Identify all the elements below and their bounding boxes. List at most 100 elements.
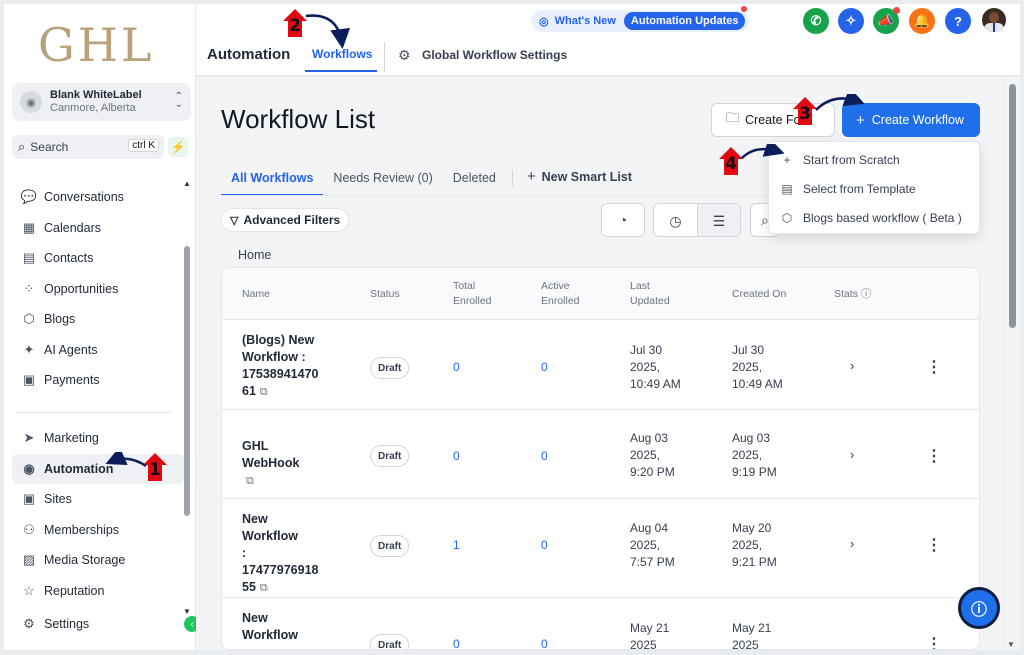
total-enrolled-value[interactable]: 0 <box>453 448 460 465</box>
tab-deleted[interactable]: Deleted <box>443 168 506 196</box>
tab-all-workflows[interactable]: All Workflows <box>221 168 324 196</box>
column-last-updated[interactable]: Last Updated <box>630 279 670 309</box>
sidebar-item-calendars[interactable]: ▦ Calendars <box>12 213 184 244</box>
filter-icon: ▽ <box>230 214 239 227</box>
table-row[interactable]: GHL WebHook ⧉ Draft 0 0 Aug 03 2025, 9:20 P… <box>222 410 979 499</box>
bell-icon[interactable]: 🔔 <box>909 8 935 34</box>
sidebar-item-reputation[interactable]: ☆ Reputation <box>12 576 184 607</box>
table-row[interactable]: (Blogs) New Workflow :17538941470 61 ⧉ Draf… <box>222 320 979 410</box>
whats-new-banner[interactable]: ◎ What's New Automation Updates <box>531 10 749 32</box>
list-icon: ☰ <box>712 212 726 229</box>
automation-updates-badge[interactable]: Automation Updates <box>623 12 746 30</box>
sidebar-item-ai-agents[interactable]: ✦ AI Agents <box>12 335 184 366</box>
chevron-right-icon[interactable]: › <box>850 447 854 462</box>
chevron-right-icon[interactable]: › <box>850 358 854 373</box>
created-on-value: May 21 2025 <box>732 621 772 650</box>
more-options-icon[interactable]: ⋮ <box>926 446 942 466</box>
search-input[interactable]: ⌕ Search ctrl K <box>12 135 164 159</box>
scroll-down-arrow-icon[interactable]: ▼ <box>1007 640 1015 649</box>
active-enrolled-value[interactable]: 0 <box>541 636 548 649</box>
user-avatar[interactable] <box>982 8 1006 32</box>
column-total-enrolled[interactable]: Total Enrolled <box>453 279 492 309</box>
tab-global-workflow-settings[interactable]: Global Workflow Settings <box>422 48 567 62</box>
tab-separator <box>384 42 385 72</box>
phone-icon[interactable]: ✆ <box>803 8 829 34</box>
cube-icon: ⬡ <box>781 210 793 225</box>
view-toggle: ◷ ☰ <box>653 203 741 237</box>
list-view-button[interactable]: ☰ <box>696 204 740 236</box>
menu-item-select-from-template[interactable]: ▤ Select from Template <box>769 174 979 203</box>
nav-divider <box>16 412 171 413</box>
star-icon: ☆ <box>23 582 35 598</box>
workflow-name[interactable]: GHL WebHook ⧉ <box>242 438 327 490</box>
workflow-name[interactable]: (Blogs) New Workflow :17538941470 61 ⧉ <box>242 332 327 401</box>
whats-new-label: What's New <box>554 15 616 27</box>
annotation-arrow <box>305 14 350 49</box>
chat-widget-button[interactable]: ⓘ <box>958 587 1000 629</box>
main-scrollbar[interactable] <box>1009 84 1016 328</box>
scroll-up-arrow-icon[interactable]: ▲ <box>183 179 191 188</box>
sidebar-item-blogs[interactable]: ⬡ Blogs <box>12 304 184 335</box>
history-button[interactable]: ◔ <box>601 203 645 237</box>
send-icon: ➤ <box>23 430 35 446</box>
scroll-down-arrow-icon[interactable]: ▼ <box>183 607 191 616</box>
total-enrolled-value[interactable]: 0 <box>453 359 460 376</box>
more-options-icon[interactable]: ⋮ <box>926 634 942 649</box>
menu-item-blogs-based-workflow[interactable]: ⬡ Blogs based workflow ( Beta ) <box>769 203 979 232</box>
menu-item-start-from-scratch[interactable]: + Start from Scratch <box>769 145 979 174</box>
column-status[interactable]: Status <box>370 287 400 302</box>
play-circle-icon: ◉ <box>23 460 35 476</box>
contacts-icon: ▤ <box>22 250 36 266</box>
search-icon: ⌕ <box>18 139 26 154</box>
sidebar-item-media-storage[interactable]: ▨ Media Storage <box>12 545 184 576</box>
announcement-icon: ◎ <box>539 15 549 28</box>
chevron-right-icon[interactable]: › <box>850 536 854 551</box>
membership-icon: ⚇ <box>23 521 35 537</box>
table-row[interactable]: New Workflow: Draft 0 0 May 212025 May 2… <box>222 598 979 650</box>
quick-action-bolt-icon[interactable]: ⚡ <box>168 137 188 157</box>
tab-needs-review[interactable]: Needs Review (0) <box>323 168 442 196</box>
active-enrolled-value[interactable]: 0 <box>541 537 548 554</box>
column-active-enrolled[interactable]: Active Enrolled <box>541 279 580 309</box>
account-switcher[interactable]: ◉ Blank WhiteLabel Canmore, Alberta ⌃ ⌄ <box>12 83 191 121</box>
table-row[interactable]: New Workflow:17477976918 55 ⧉ Draft 1 0 Au… <box>222 499 979 598</box>
account-location: Canmore, Alberta <box>50 102 136 114</box>
new-smart-list-button[interactable]: + New Smart List <box>519 168 632 196</box>
sidebar-item-sites[interactable]: ▣ Sites <box>12 484 184 515</box>
folder-icon: 🗀 <box>726 110 740 125</box>
sidebar-item-marketing[interactable]: ➤ Marketing <box>12 423 184 454</box>
chat-bubble-icon: 💬 <box>20 189 38 205</box>
column-name[interactable]: Name <box>242 287 270 302</box>
sidebar-item-payments[interactable]: ▣ Payments <box>12 365 184 396</box>
workflow-name[interactable]: New Workflow:17477976918 55 ⧉ <box>242 511 327 597</box>
breadcrumb-home[interactable]: Home <box>238 248 271 262</box>
active-enrolled-value[interactable]: 0 <box>541 448 548 465</box>
sidebar-item-memberships[interactable]: ⚇ Memberships <box>12 515 184 546</box>
column-created-on[interactable]: Created On <box>732 287 786 302</box>
help-icon[interactable]: ? <box>945 8 971 34</box>
tab-separator <box>511 170 513 186</box>
chat-info-icon: ⓘ <box>970 602 987 619</box>
page-section-title: Automation <box>207 46 291 63</box>
sidebar-item-conversations[interactable]: 💬 Conversations <box>12 182 184 213</box>
more-options-icon[interactable]: ⋮ <box>926 535 942 555</box>
active-enrolled-value[interactable]: 0 <box>541 359 548 376</box>
status-badge: Draft <box>370 357 410 379</box>
notification-dot <box>741 6 747 12</box>
total-enrolled-value[interactable]: 0 <box>453 636 460 649</box>
image-icon: ▨ <box>22 552 36 568</box>
clock-view-button[interactable]: ◷ <box>654 204 697 236</box>
annotation-arrow <box>741 144 784 159</box>
sidebar-item-settings[interactable]: ⚙ Settings <box>12 609 184 640</box>
sidebar-scrollbar[interactable] <box>184 246 190 516</box>
more-options-icon[interactable]: ⋮ <box>926 357 942 377</box>
total-enrolled-value[interactable]: 1 <box>453 537 460 554</box>
sidebar-item-contacts[interactable]: ▤ Contacts <box>12 243 184 274</box>
magic-wand-icon[interactable]: ✧ <box>838 8 864 34</box>
workflow-name[interactable]: New Workflow: <box>242 610 327 649</box>
status-badge: Draft <box>370 445 410 467</box>
receipt-icon: ▣ <box>22 372 36 388</box>
advanced-filters-button[interactable]: ▽ Advanced Filters <box>221 208 350 232</box>
sidebar-item-opportunities[interactable]: ⁘ Opportunities <box>12 274 184 305</box>
sparkle-icon: ✦ <box>23 341 35 357</box>
